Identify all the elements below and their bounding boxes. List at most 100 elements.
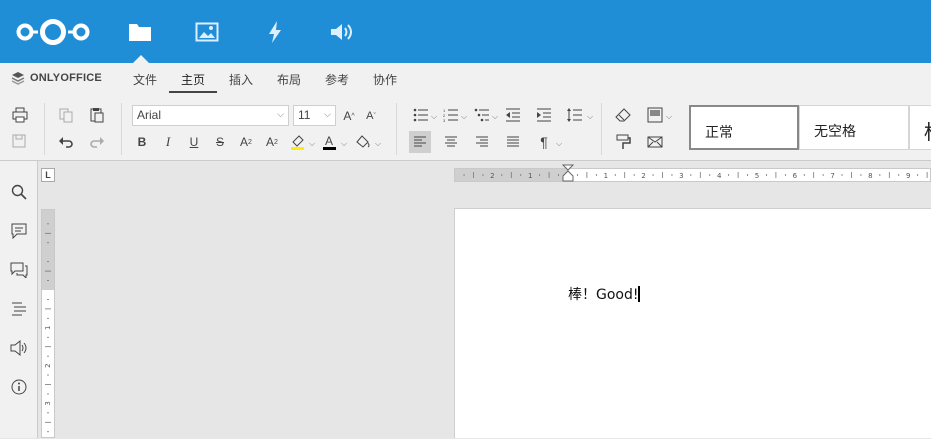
chevron-down-icon[interactable]: ⌵ — [492, 112, 498, 122]
ruler-number: 2 — [44, 363, 52, 367]
photos-icon[interactable] — [191, 16, 223, 48]
chat-icon[interactable] — [9, 260, 29, 280]
italic-icon[interactable]: I — [157, 131, 179, 153]
style-normal[interactable]: 正常 — [689, 105, 799, 150]
chevron-down-icon: ⌵ — [324, 109, 331, 119]
align-right-icon[interactable] — [471, 131, 493, 153]
multilevel-list-icon[interactable] — [471, 104, 493, 126]
ruler-number: 3 — [679, 172, 683, 180]
ruler-number: 5 — [755, 172, 759, 180]
bold-icon[interactable]: B — [131, 131, 153, 153]
chevron-down-icon[interactable]: ⌵ — [461, 112, 467, 122]
justify-icon[interactable] — [502, 131, 524, 153]
activity-icon[interactable] — [259, 16, 291, 48]
nextcloud-logo-icon[interactable] — [14, 16, 92, 48]
brand-label: ONLYOFFICE — [30, 72, 102, 84]
editor-menubar: ONLYOFFICE 文件 主页 插入 布局 参考 协作 — [0, 63, 931, 95]
ruler-number: 7 — [830, 172, 834, 180]
ruler-number: 8 — [868, 172, 872, 180]
eraser-icon[interactable] — [612, 104, 634, 126]
text-cursor — [638, 286, 641, 302]
ruler-number: 4 — [717, 172, 722, 180]
ruler-number: 1 — [44, 326, 52, 330]
chevron-down-icon[interactable]: ⌵ — [375, 139, 381, 149]
font-name-select[interactable]: Arial ⌵ — [132, 105, 289, 126]
increase-indent-icon[interactable] — [533, 104, 555, 126]
onlyoffice-layers-icon — [11, 72, 25, 85]
font-size-select[interactable]: 11 ⌵ — [293, 105, 336, 126]
print-icon[interactable] — [9, 104, 31, 126]
font-color-icon[interactable]: A — [319, 131, 341, 153]
font-name-value: Arial — [137, 108, 162, 122]
tab-insert[interactable]: 插入 — [229, 71, 253, 88]
ruler-number: 1 — [528, 172, 532, 180]
comments-icon[interactable] — [9, 221, 29, 241]
navigation-icon[interactable] — [9, 299, 29, 319]
svg-text:3: 3 — [443, 118, 446, 122]
copy-icon[interactable] — [55, 104, 77, 126]
nextcloud-header — [0, 0, 931, 63]
superscript-icon[interactable]: A2 — [235, 131, 257, 153]
vertical-ruler[interactable]: 1 2 3 — [41, 209, 55, 438]
underline-icon[interactable]: U — [183, 131, 205, 153]
ruler-number: 2 — [490, 172, 494, 180]
increase-font-icon[interactable]: A ^ — [338, 105, 360, 127]
subscript-icon[interactable]: A2 — [261, 131, 283, 153]
ruler-number: 2 — [641, 172, 645, 180]
tab-collaboration[interactable]: 协作 — [373, 71, 397, 88]
color-scheme-icon[interactable] — [644, 104, 666, 126]
info-icon[interactable] — [9, 377, 29, 397]
audio-icon[interactable] — [326, 16, 358, 48]
tab-home[interactable]: 主页 — [181, 71, 205, 88]
strikethrough-icon[interactable]: S — [209, 131, 231, 153]
indent-marker-icon[interactable] — [562, 164, 574, 184]
home-toolbar: Arial ⌵ 11 ⌵ A ^ Aˇ B I U S A2 A2 ⌵ A ⌵ ⌵… — [0, 95, 931, 161]
undo-icon[interactable] — [55, 131, 77, 153]
chevron-down-icon[interactable]: ⌵ — [341, 139, 347, 149]
numbered-list-icon[interactable]: 123 — [440, 104, 462, 126]
highlight-color-icon[interactable] — [287, 131, 309, 153]
tab-references[interactable]: 参考 — [325, 71, 349, 88]
save-copy-icon[interactable] — [9, 131, 31, 153]
ruler-ticks: 2 1 1 2 3 4 5 6 7 8 9 — [463, 172, 928, 180]
chevron-down-icon[interactable]: ⌵ — [556, 139, 562, 149]
pilcrow-icon[interactable]: ¶ — [533, 131, 555, 153]
search-icon[interactable] — [9, 182, 29, 202]
style-no-spacing[interactable]: 无空格 — [799, 105, 909, 150]
paragraph-shading-icon[interactable] — [352, 131, 374, 153]
ruler-ticks: 1 2 3 — [44, 223, 52, 433]
ruler-number: 6 — [793, 172, 798, 180]
copy-style-icon[interactable] — [612, 131, 634, 153]
bullet-list-icon[interactable] — [410, 104, 432, 126]
paragraph-text: 棒！Good! — [568, 287, 639, 303]
line-spacing-icon[interactable] — [564, 104, 586, 126]
align-left-icon[interactable] — [409, 131, 431, 153]
ruler-number: 9 — [906, 172, 910, 180]
paste-icon[interactable] — [86, 104, 108, 126]
style-heading[interactable]: 标 — [909, 105, 931, 150]
align-center-icon[interactable] — [440, 131, 462, 153]
tab-stop-selector[interactable]: L — [41, 168, 55, 182]
mail-merge-icon[interactable] — [644, 131, 666, 153]
horizontal-ruler[interactable]: 2 1 1 2 3 4 5 6 7 8 9 — [454, 164, 931, 182]
chevron-down-icon[interactable]: ⌵ — [587, 112, 593, 122]
document-body-text[interactable]: 棒！Good! — [568, 284, 641, 304]
document-page[interactable]: 棒！Good! — [454, 208, 931, 438]
chevron-down-icon: ⌵ — [277, 109, 284, 119]
chevron-down-icon[interactable]: ⌵ — [431, 112, 437, 122]
files-icon[interactable] — [124, 16, 156, 48]
active-tab-underline — [169, 91, 217, 93]
onlyoffice-logo: ONLYOFFICE — [11, 71, 102, 85]
chevron-down-icon[interactable]: ⌵ — [666, 112, 672, 122]
speaker-icon[interactable] — [9, 338, 29, 358]
decrease-indent-icon[interactable] — [502, 104, 524, 126]
redo-icon[interactable] — [86, 131, 108, 153]
tab-file[interactable]: 文件 — [133, 71, 157, 88]
chevron-down-icon[interactable]: ⌵ — [309, 139, 315, 149]
left-sidebar — [0, 161, 38, 438]
ruler-number: 1 — [604, 172, 608, 180]
font-size-value: 11 — [298, 108, 311, 122]
decrease-font-icon[interactable]: Aˇ — [360, 105, 382, 127]
svg-text:A: A — [325, 134, 333, 148]
tab-layout[interactable]: 布局 — [277, 71, 301, 88]
